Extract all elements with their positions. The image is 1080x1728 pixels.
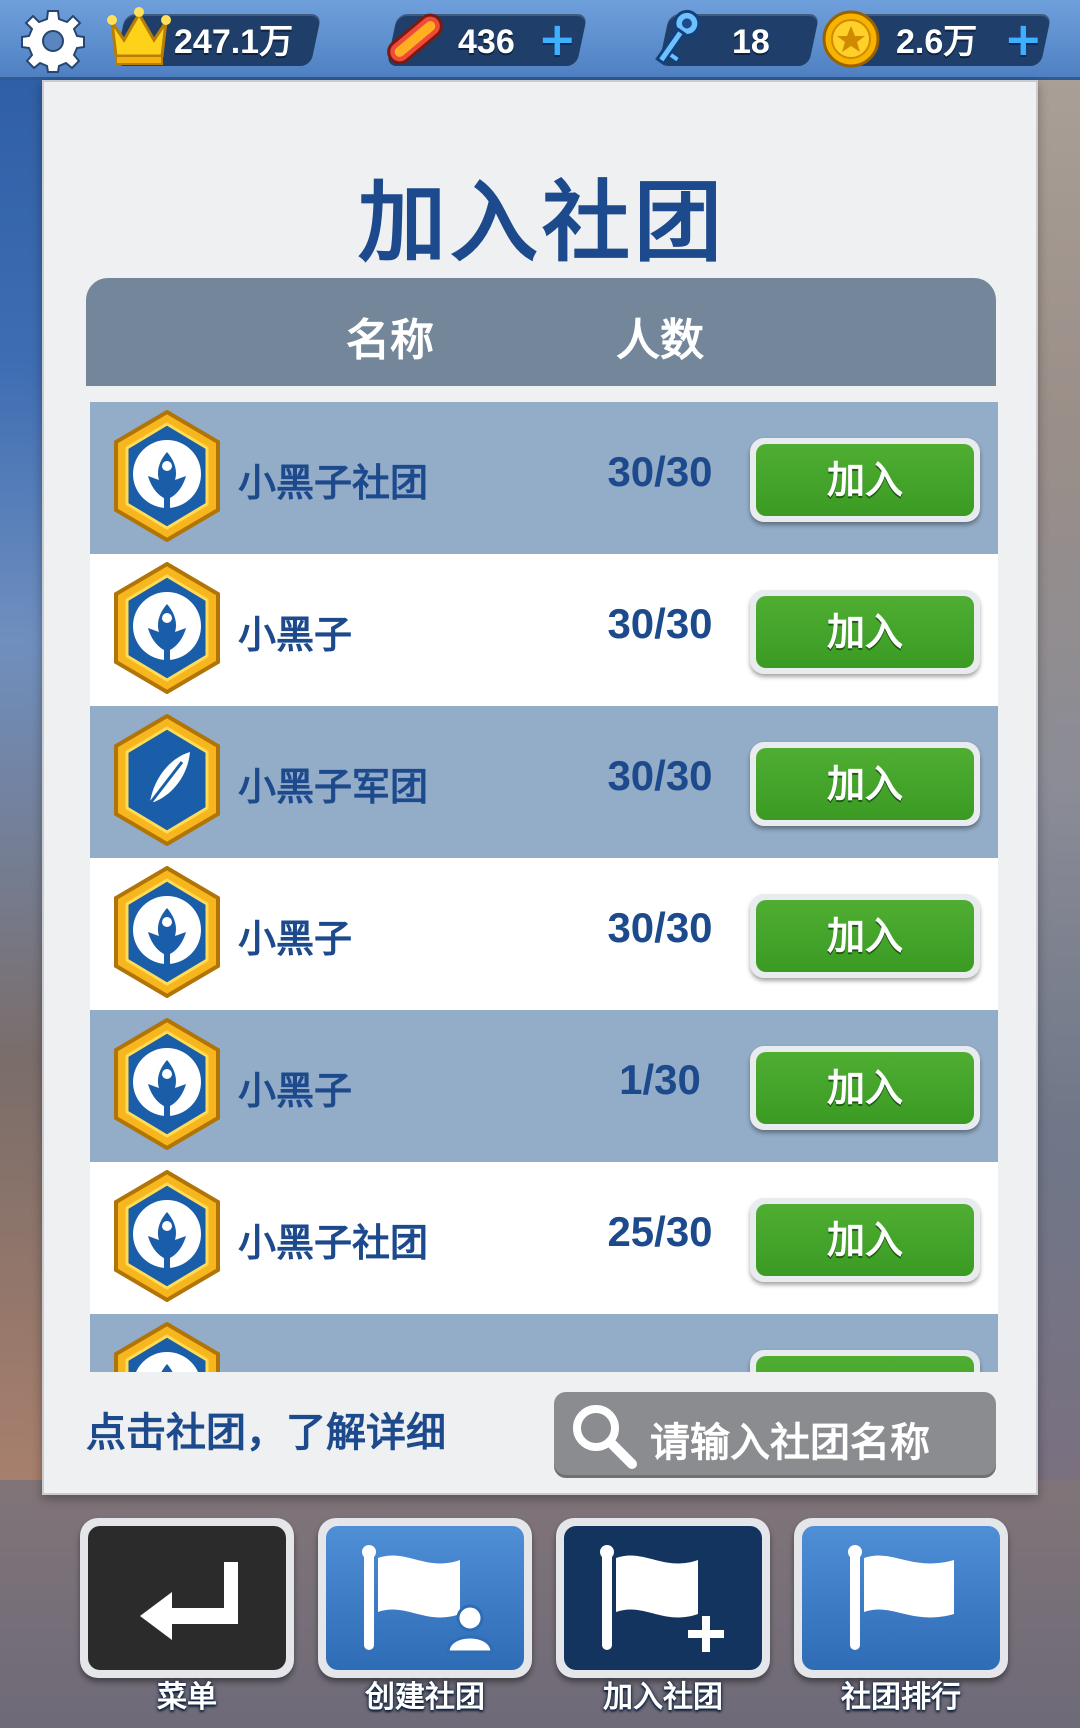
board-count: 436: [458, 23, 515, 61]
column-header-name: 名称: [346, 315, 434, 366]
join-club-tab-button[interactable]: [556, 1518, 770, 1678]
club-member-count: 30/30: [607, 904, 713, 951]
create-club-button[interactable]: [318, 1518, 532, 1678]
club-member-count: 30/30: [607, 448, 713, 495]
club-row[interactable]: 小黑子 30/30 加入: [90, 554, 998, 706]
nav-label-create-club: 创建社团: [365, 1680, 485, 1715]
club-badge-phoenix-icon: [114, 410, 220, 542]
nav-label-menu: 菜单: [157, 1680, 217, 1715]
club-name: 小黑子: [238, 917, 353, 961]
coin-count: 2.6万: [896, 23, 978, 61]
club-member-count: 30/30: [607, 600, 713, 647]
club-row[interactable]: 小黑子 1/30 加入: [90, 1010, 998, 1162]
club-name: 小黑子: [238, 613, 353, 657]
club-row[interactable]: 小黑子军团 30/30 加入: [90, 706, 998, 858]
join-button-label: 加入: [756, 900, 974, 972]
add-boards-plus-icon[interactable]: +: [538, 16, 577, 62]
club-badge-phoenix-icon: [114, 1170, 220, 1302]
crown-icon: [107, 7, 171, 65]
table-header: 名称 人数: [86, 278, 996, 386]
join-button-label: 加入: [756, 748, 974, 820]
club-row-partial[interactable]: [90, 1314, 998, 1372]
background-right: [1036, 80, 1080, 1480]
return-icon: [140, 1562, 238, 1640]
flag-icon: [848, 1545, 954, 1650]
club-badge-phoenix-icon: [114, 562, 220, 694]
club-name: 小黑子军团: [238, 765, 429, 809]
key-count: 18: [732, 23, 770, 61]
join-button-label: 加入: [756, 1204, 974, 1276]
coin-icon: [822, 10, 880, 68]
search-icon: [573, 1405, 637, 1469]
menu-button[interactable]: [80, 1518, 294, 1678]
club-row[interactable]: 小黑子社团 25/30 加入: [90, 1162, 998, 1314]
club-name: 小黑子: [238, 1069, 353, 1113]
join-club-panel: 加入社团 名称 人数 小黑子社团 30/30 加入 小黑子 30/30 加入 小…: [42, 80, 1038, 1495]
join-button[interactable]: 加入: [750, 1198, 980, 1282]
flag-person-icon: [362, 1545, 494, 1654]
club-member-count: 1/30: [619, 1056, 701, 1103]
join-button[interactable]: [750, 1350, 980, 1372]
page-title: 加入社团: [357, 171, 726, 274]
club-row[interactable]: 小黑子 30/30 加入: [90, 858, 998, 1010]
join-button-label: [756, 1356, 974, 1372]
club-badge-feather-icon: [114, 714, 220, 846]
join-button-label: 加入: [756, 1052, 974, 1124]
join-button-label: 加入: [756, 596, 974, 668]
join-button-label: 加入: [756, 444, 974, 516]
club-row[interactable]: 小黑子社团 30/30 加入: [90, 402, 998, 554]
background-left: [0, 80, 44, 1480]
club-member-count: 25/30: [607, 1208, 713, 1255]
club-badge-phoenix-icon: [114, 1018, 220, 1150]
club-member-count: 30/30: [607, 752, 713, 799]
nav-label-club-ranking: 社团排行: [841, 1680, 961, 1715]
join-button[interactable]: 加入: [750, 438, 980, 522]
hint-text: 点击社团，了解详细: [86, 1410, 446, 1456]
join-button[interactable]: 加入: [750, 590, 980, 674]
join-button[interactable]: 加入: [750, 1046, 980, 1130]
club-name: 小黑子社团: [238, 461, 429, 505]
nav-label-join-club: 加入社团: [603, 1680, 723, 1715]
resource-bar: 247.1万 436 + 18 2.6万 +: [0, 0, 1080, 80]
crown-count: 247.1万: [174, 23, 294, 61]
join-button[interactable]: 加入: [750, 894, 980, 978]
column-header-count: 人数: [616, 315, 704, 366]
search-placeholder: 请输入社团名称: [650, 1420, 930, 1466]
gear-icon[interactable]: [20, 8, 86, 74]
add-coins-plus-icon[interactable]: +: [1004, 16, 1043, 62]
key-icon: [655, 9, 701, 66]
club-badge-phoenix-icon: [114, 866, 220, 998]
club-badge-phoenix-icon: [114, 1322, 220, 1372]
join-button[interactable]: 加入: [750, 742, 980, 826]
club-search-input[interactable]: 请输入社团名称: [554, 1392, 996, 1478]
flag-plus-icon: [600, 1545, 724, 1652]
club-list[interactable]: 小黑子社团 30/30 加入 小黑子 30/30 加入 小黑子军团 30/30 …: [90, 402, 998, 1372]
club-name: 小黑子社团: [238, 1221, 429, 1265]
hoverboard-icon: [387, 13, 443, 65]
club-ranking-button[interactable]: [794, 1518, 1008, 1678]
